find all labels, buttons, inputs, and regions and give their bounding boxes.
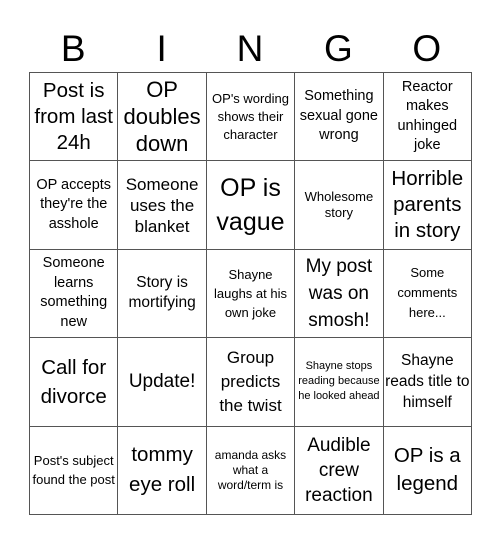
cell-text: Some comments here... bbox=[397, 265, 458, 321]
bingo-cell[interactable]: Horrible parents in story bbox=[383, 161, 472, 250]
bingo-card: Post is from last 24h OP doubles down OP… bbox=[29, 72, 472, 515]
cell-text: Wholesome story bbox=[304, 189, 374, 221]
cell-text: My post was on smosh! bbox=[305, 255, 373, 331]
header-letter-g: G bbox=[324, 28, 353, 69]
bingo-cell[interactable]: Something sexual gone wrong bbox=[295, 73, 384, 162]
cell-text: Shayne stops reading because he looked a… bbox=[298, 360, 380, 403]
cell-text: Shayne laughs at his own joke bbox=[213, 266, 287, 320]
cell-text: OP's wording shows their character bbox=[212, 90, 289, 142]
bingo-cell[interactable]: Group predicts the twist bbox=[206, 338, 296, 427]
bingo-cell[interactable]: My post was on smosh! bbox=[295, 249, 384, 339]
bingo-cell[interactable]: Shayne laughs at his own joke bbox=[206, 249, 296, 339]
cell-text: Reactor makes unhinged joke bbox=[397, 78, 458, 154]
bingo-cell[interactable]: Wholesome story bbox=[295, 161, 384, 250]
bingo-cell[interactable]: Post is from last 24h bbox=[30, 73, 119, 162]
bingo-cell[interactable]: amanda asks what a word/term is bbox=[206, 426, 296, 515]
bingo-cell[interactable]: OP accepts they're the asshole bbox=[30, 161, 119, 250]
cell-text: amanda asks what a word/term is bbox=[214, 447, 287, 492]
bingo-header: B I N G O bbox=[29, 26, 471, 72]
bingo-cell[interactable]: Someone uses the blanket bbox=[118, 161, 207, 250]
cell-text: Someone uses the blanket bbox=[125, 174, 199, 236]
bingo-cell[interactable]: Shayne stops reading because he looked a… bbox=[295, 338, 384, 427]
bingo-cell[interactable]: Audible crew reaction bbox=[295, 426, 384, 515]
bingo-cell[interactable]: OP is vague bbox=[206, 161, 296, 250]
cell-text: Horrible parents in story bbox=[391, 167, 464, 243]
bingo-cell[interactable]: Reactor makes unhinged joke bbox=[383, 73, 472, 162]
bingo-cell[interactable]: OP's wording shows their character bbox=[206, 73, 296, 162]
cell-text: Story is mortifying bbox=[128, 274, 196, 312]
header-letter-b: B bbox=[60, 28, 86, 69]
bingo-cell[interactable]: Story is mortifying bbox=[118, 249, 207, 339]
bingo-cell[interactable]: Post's subject found the post bbox=[30, 426, 119, 515]
bingo-cell[interactable]: Some comments here... bbox=[383, 249, 472, 339]
cell-text: OP accepts they're the asshole bbox=[36, 176, 112, 232]
bingo-cell[interactable]: Shayne reads title to himself bbox=[383, 338, 472, 427]
bingo-cell[interactable]: Update! bbox=[118, 338, 207, 427]
header-letter-n: N bbox=[236, 28, 264, 69]
cell-text: Call for divorce bbox=[40, 355, 107, 408]
cell-text: Shayne reads title to himself bbox=[385, 352, 470, 412]
bingo-cell[interactable]: OP doubles down bbox=[118, 73, 207, 162]
cell-text: Post is from last 24h bbox=[34, 78, 113, 154]
cell-text: tommy eye roll bbox=[129, 443, 196, 497]
cell-text: OP doubles down bbox=[123, 77, 201, 157]
cell-text: OP is vague bbox=[216, 174, 285, 237]
header-letter-o: O bbox=[412, 28, 442, 69]
bingo-cell[interactable]: Call for divorce bbox=[30, 338, 119, 427]
cell-text: OP is a legend bbox=[393, 444, 461, 496]
cell-text: Something sexual gone wrong bbox=[299, 88, 378, 144]
cell-text: Update! bbox=[128, 370, 196, 392]
cell-text: Someone learns something new bbox=[40, 255, 108, 330]
bingo-cell[interactable]: Someone learns something new bbox=[30, 249, 119, 339]
header-letter-i: I bbox=[156, 28, 167, 69]
bingo-cell[interactable]: OP is a legend bbox=[383, 426, 472, 515]
bingo-cell[interactable]: tommy eye roll bbox=[118, 426, 207, 515]
cell-text: Group predicts the twist bbox=[219, 347, 282, 415]
cell-text: Post's subject found the post bbox=[32, 453, 115, 488]
cell-text: Audible crew reaction bbox=[305, 434, 373, 506]
